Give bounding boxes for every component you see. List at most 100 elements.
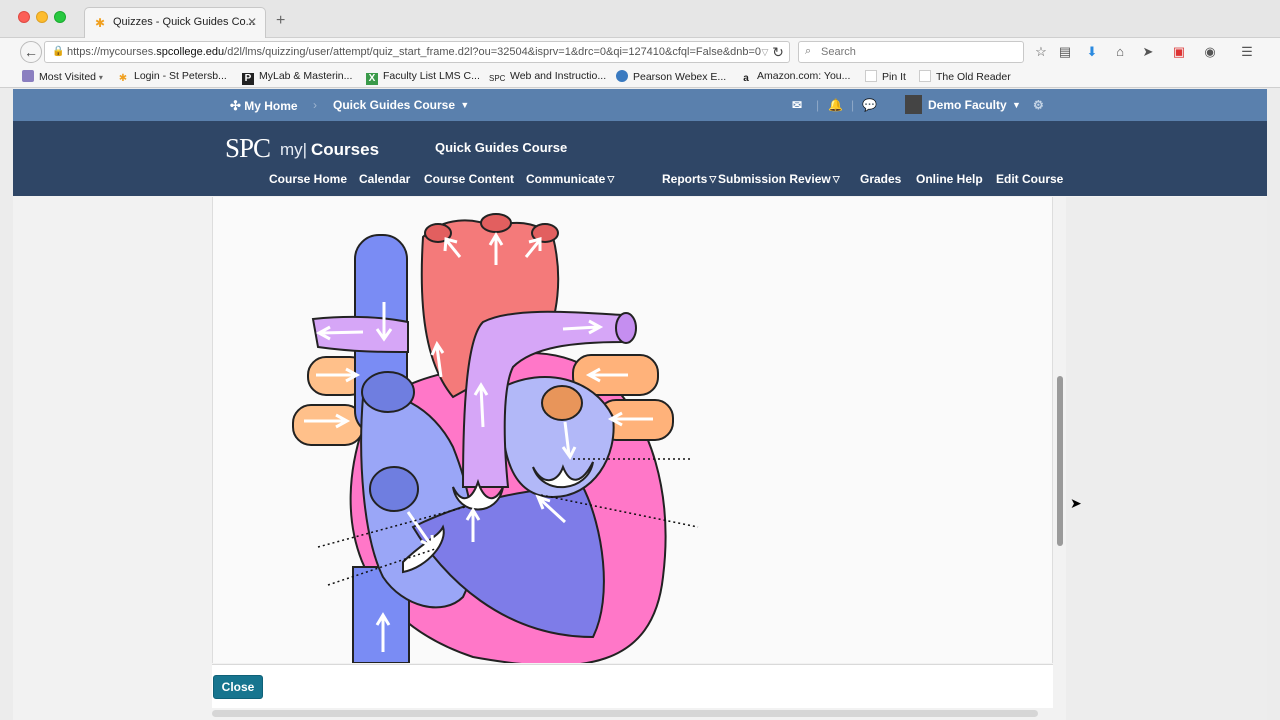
message-alerts-icon[interactable]: ✉ bbox=[792, 98, 802, 112]
nav-reports[interactable]: Reports ▽ bbox=[662, 172, 716, 186]
bookmark-label: Web and Instructio... bbox=[510, 70, 607, 82]
nav-course-content[interactable]: Course Content bbox=[424, 172, 514, 186]
reload-icon[interactable]: ↻ bbox=[768, 42, 788, 62]
globe-icon bbox=[616, 70, 628, 82]
bookmark-label: Pin It bbox=[882, 71, 906, 83]
close-window-button[interactable] bbox=[18, 11, 30, 23]
spc-logo[interactable]: SPC bbox=[225, 133, 271, 164]
nav-online-help[interactable]: Online Help bbox=[916, 172, 983, 186]
course-title: Quick Guides Course bbox=[435, 140, 568, 155]
nav-grades[interactable]: Grades bbox=[860, 172, 901, 186]
bookmark-pin-it[interactable]: Pin It bbox=[865, 70, 906, 83]
minimize-window-button[interactable] bbox=[36, 11, 48, 23]
asterisk-icon: ✱ bbox=[118, 73, 128, 84]
vertical-scrollbar[interactable] bbox=[1057, 376, 1063, 546]
chevron-down-icon: ▾ bbox=[98, 73, 103, 82]
pulmonary-vein bbox=[292, 404, 364, 446]
bookmark-most-visited[interactable]: Most Visited ▾ bbox=[22, 70, 103, 83]
reading-list-icon[interactable]: ▤ bbox=[1055, 43, 1075, 61]
new-tab-button[interactable]: + bbox=[276, 12, 285, 30]
bookmark-label: The Old Reader bbox=[936, 71, 1011, 83]
bookmark-label: Login - St Petersb... bbox=[134, 70, 227, 82]
course-selector[interactable]: Quick Guides Course ▼ bbox=[333, 98, 469, 112]
bookmark-label: Faculty List LMS C... bbox=[383, 70, 480, 82]
address-bar[interactable]: 🔒 https://mycourses.spcollege.edu/d2l/lm… bbox=[44, 41, 790, 63]
horizontal-scrollbar[interactable] bbox=[212, 710, 1038, 717]
nav-submission-review-label: Submission Review bbox=[718, 172, 831, 186]
my-home-link[interactable]: ✣ My Home bbox=[230, 98, 298, 114]
nav-submission-review[interactable]: Submission Review ▽ bbox=[718, 172, 840, 186]
spc-icon: SPC bbox=[489, 74, 506, 83]
back-button[interactable]: ← bbox=[20, 41, 42, 63]
courses-logo: Courses bbox=[311, 140, 380, 159]
chevron-down-icon: ▽ bbox=[607, 174, 615, 184]
maximize-window-button[interactable] bbox=[54, 11, 66, 23]
home-icon[interactable]: ⌂ bbox=[1110, 43, 1130, 61]
avatar bbox=[905, 95, 922, 114]
chevron-down-icon: ▽ bbox=[832, 174, 840, 184]
quiz-footer: Close bbox=[212, 664, 1053, 708]
course-header: SPC my| Courses Quick Guides Course Cour… bbox=[13, 121, 1267, 196]
nav-edit-course[interactable]: Edit Course bbox=[996, 172, 1063, 186]
user-name: Demo Faculty bbox=[928, 98, 1007, 112]
vessel-opening bbox=[541, 385, 583, 421]
right-gutter bbox=[1066, 197, 1267, 720]
folder-icon bbox=[22, 70, 34, 82]
close-button[interactable]: Close bbox=[213, 675, 263, 699]
url-path: /d2l/lms/quizzing/user/attempt/quiz_star… bbox=[224, 46, 762, 58]
nav-reports-label: Reports bbox=[662, 172, 708, 186]
browser-tab[interactable]: ✱ Quizzes - Quick Guides Co... ✕ bbox=[84, 7, 266, 38]
bookmark-mylab[interactable]: P MyLab & Masterin... bbox=[242, 70, 352, 85]
menu-icon[interactable]: ☰ bbox=[1237, 43, 1257, 61]
nav-communicate[interactable]: Communicate ▽ bbox=[526, 172, 614, 186]
update-alerts-icon[interactable]: 🔔 bbox=[828, 98, 843, 112]
subscription-alerts-icon[interactable]: 💬 bbox=[862, 98, 877, 112]
bookmark-star-icon[interactable]: ☆ bbox=[1031, 43, 1051, 61]
amazon-icon: a bbox=[743, 73, 749, 84]
divider: | bbox=[851, 98, 855, 112]
pulmonary-artery-branch bbox=[311, 315, 409, 354]
browser-titlebar: ✱ Quizzes - Quick Guides Co... ✕ + bbox=[0, 0, 1280, 38]
bookmark-label: Pearson Webex E... bbox=[633, 71, 727, 83]
tab-title: Quizzes - Quick Guides Co... bbox=[113, 16, 255, 28]
search-icon: ⌕ bbox=[805, 45, 812, 57]
page-icon bbox=[919, 70, 931, 82]
quiz-content-frame bbox=[212, 197, 1053, 663]
page-icon bbox=[865, 70, 877, 82]
nav-calendar[interactable]: Calendar bbox=[359, 172, 410, 186]
url-prefix: https://mycourses. bbox=[67, 46, 157, 58]
chevron-down-icon: ▽ bbox=[709, 174, 717, 184]
divider: | bbox=[816, 98, 820, 112]
bookmark-pearson-webex[interactable]: Pearson Webex E... bbox=[616, 70, 726, 83]
chevron-down-icon: ▼ bbox=[1012, 100, 1021, 110]
settings-icon[interactable]: ⚙ bbox=[1033, 98, 1044, 112]
extension-icon[interactable]: ▣ bbox=[1169, 43, 1189, 61]
course-selector-label: Quick Guides Course bbox=[333, 98, 456, 112]
search-placeholder: Search bbox=[821, 46, 856, 58]
bookmark-amazon[interactable]: a Amazon.com: You... bbox=[740, 70, 850, 85]
bookmark-label: Amazon.com: You... bbox=[757, 70, 851, 82]
url-domain: spcollege.edu bbox=[156, 46, 225, 58]
search-input[interactable]: ⌕ Search bbox=[798, 41, 1024, 63]
close-tab-icon[interactable]: ✕ bbox=[247, 15, 257, 29]
user-menu[interactable]: Demo Faculty ▼ bbox=[905, 95, 1021, 114]
sync-icon[interactable]: ◉ bbox=[1200, 43, 1220, 61]
breadcrumb-chevron-icon: › bbox=[313, 98, 317, 112]
bookmark-old-reader[interactable]: The Old Reader bbox=[919, 70, 1011, 83]
download-icon[interactable]: ⬇ bbox=[1082, 43, 1102, 61]
bookmark-login[interactable]: ✱ Login - St Petersb... bbox=[117, 70, 227, 85]
my-logo: my| bbox=[280, 140, 308, 159]
bookmark-faculty-list[interactable]: X Faculty List LMS C... bbox=[366, 70, 480, 85]
bookmark-label: Most Visited bbox=[39, 71, 96, 83]
heart-diagram bbox=[292, 213, 699, 663]
bookmark-label: MyLab & Masterin... bbox=[259, 70, 353, 82]
aorta-branch bbox=[480, 213, 512, 233]
nav-course-home[interactable]: Course Home bbox=[269, 172, 347, 186]
bookmarks-bar: Most Visited ▾ ✱ Login - St Petersb... PM… bbox=[0, 66, 1280, 88]
chevron-down-icon: ▼ bbox=[460, 100, 470, 110]
page-viewport: ✣ My Home › Quick Guides Course ▼ ✉ | 🔔 … bbox=[13, 89, 1267, 720]
send-icon[interactable]: ➤ bbox=[1138, 43, 1158, 61]
bookmark-web-instruction[interactable]: SPC Web and Instructio... bbox=[489, 70, 606, 85]
minibar: ✣ My Home › Quick Guides Course ▼ ✉ | 🔔 … bbox=[13, 89, 1267, 121]
vessel-opening bbox=[369, 466, 419, 512]
